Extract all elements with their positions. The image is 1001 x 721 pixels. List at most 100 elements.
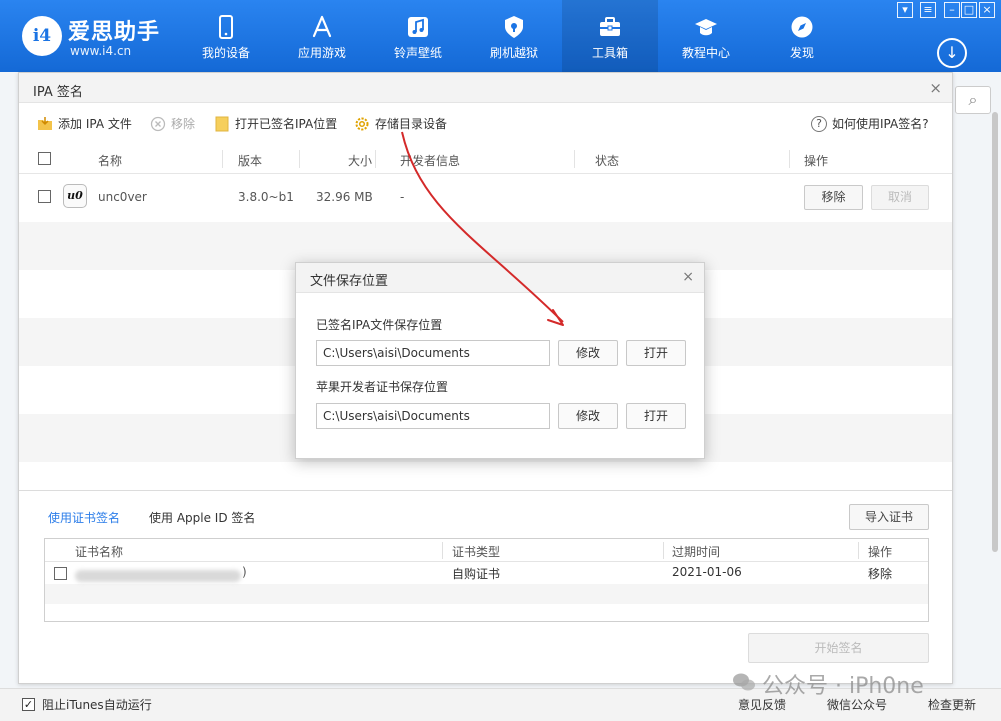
dialog-toolbar: 添加 IPA 文件 移除 打开已签名IPA位置 存储目录设备 ? 如何使用IPA… (19, 103, 952, 143)
download-icon[interactable]: ↓ (937, 38, 967, 68)
cert-path-field[interactable]: C:\Users\aisi\Documents (316, 403, 550, 429)
cert-type: 自购证书 (452, 567, 501, 581)
tab-cert-sign[interactable]: 使用证书签名 (48, 509, 120, 526)
subdialog-title: 文件保存位置 (310, 274, 389, 289)
signed-ipa-location-label: 已签名IPA文件保存位置 (316, 318, 443, 332)
compass-icon (791, 16, 813, 38)
start-sign-button[interactable]: 开始签名 (748, 633, 929, 663)
help-link[interactable]: ? 如何使用IPA签名? (811, 115, 929, 132)
nav-apps-games[interactable]: 应用游戏 (274, 0, 370, 72)
column-divider (858, 542, 859, 559)
table-row[interactable]: unc0ver 3.8.0~b1 32.96 MB - 移除 取消 (19, 174, 952, 222)
select-all-checkbox[interactable] (38, 152, 51, 165)
storage-dir-button[interactable]: 存储目录设备 (354, 115, 447, 132)
import-cert-button[interactable]: 导入证书 (849, 504, 929, 530)
section-divider (19, 490, 952, 491)
row-cancel-button[interactable]: 取消 (871, 185, 929, 210)
cert-table-header: 证书名称 证书类型 过期时间 操作 (45, 539, 928, 562)
add-ipa-button[interactable]: 添加 IPA 文件 (37, 115, 132, 132)
col-action: 操作 (804, 154, 829, 168)
check-update-link[interactable]: 检查更新 (928, 696, 976, 713)
col-size: 大小 (348, 154, 373, 168)
file-save-location-dialog: 文件保存位置 × 已签名IPA文件保存位置 C:\Users\aisi\Docu… (295, 262, 705, 459)
column-divider (222, 150, 223, 168)
nav-label: 发现 (789, 46, 814, 60)
remove-label: 移除 (171, 117, 196, 131)
background-scrollbar[interactable] (992, 112, 998, 552)
open-signed-path-button[interactable]: 打开 (626, 340, 686, 366)
main-nav: 我的设备 应用游戏 铃声壁纸 刷机越狱 工具箱 教程中心 发现 (178, 0, 850, 72)
column-divider (789, 150, 790, 168)
help-label: 如何使用IPA签名? (832, 117, 929, 131)
modify-signed-path-button[interactable]: 修改 (558, 340, 618, 366)
block-itunes-checkbox[interactable]: ✓ (22, 698, 35, 711)
app-version: 3.8.0~b1 (238, 190, 294, 204)
close-icon[interactable]: × (929, 79, 942, 97)
app-developer: - (400, 190, 405, 204)
col-version: 版本 (238, 154, 263, 168)
row-checkbox[interactable] (38, 190, 51, 203)
top-app-bar: i4 爱思助手 www.i4.cn 我的设备 应用游戏 铃声壁纸 刷机越狱 工具… (0, 0, 1001, 72)
file-table-header: 名称 版本 大小 开发者信息 状态 操作 (19, 144, 952, 174)
column-divider (299, 150, 300, 168)
cert-name-suffix: ) (242, 565, 247, 579)
block-itunes-label: 阻止iTunes自动运行 (42, 698, 152, 712)
dialog-titlebar: IPA 签名 × (19, 73, 952, 103)
remove-button[interactable]: 移除 (150, 115, 195, 132)
column-divider (375, 150, 376, 168)
col-status: 状态 (595, 154, 620, 168)
column-divider (663, 542, 664, 559)
minimize-icon[interactable]: – (944, 2, 960, 18)
cert-col-type: 证书类型 (452, 545, 501, 559)
appstore-icon (312, 15, 332, 38)
blurred-cert-name (75, 570, 241, 582)
menu-icon[interactable]: ≡ (920, 2, 936, 18)
app-size: 32.96 MB (316, 190, 373, 204)
cert-remove-link[interactable]: 移除 (868, 565, 892, 582)
nav-ringtones[interactable]: 铃声壁纸 (370, 0, 466, 72)
nav-label: 应用游戏 (297, 46, 346, 60)
col-developer: 开发者信息 (400, 154, 461, 168)
tab-apple-id-sign[interactable]: 使用 Apple ID 签名 (149, 509, 255, 526)
remove-icon (150, 116, 166, 131)
toolbox-icon (600, 17, 620, 36)
cert-row-checkbox[interactable] (54, 567, 67, 580)
nav-label: 刷机越狱 (489, 46, 538, 60)
close-icon[interactable]: × (682, 269, 694, 285)
column-divider (574, 150, 575, 168)
shield-icon (505, 16, 523, 38)
modify-cert-path-button[interactable]: 修改 (558, 403, 618, 429)
folder-add-icon (38, 116, 52, 130)
search-icon[interactable]: ⌕ (955, 86, 991, 114)
nav-label: 教程中心 (681, 46, 730, 60)
music-icon (408, 17, 428, 37)
cert-expires: 2021-01-06 (672, 565, 742, 579)
nav-my-device[interactable]: 我的设备 (178, 0, 274, 72)
open-signed-label: 打开已签名IPA位置 (235, 117, 338, 131)
close-window-icon[interactable]: × (979, 2, 995, 18)
signed-ipa-path-field[interactable]: C:\Users\aisi\Documents (316, 340, 550, 366)
cert-col-action: 操作 (868, 545, 893, 559)
open-cert-path-button[interactable]: 打开 (626, 403, 686, 429)
maximize-icon[interactable]: □ (961, 2, 977, 18)
skin-icon[interactable]: ▾ (897, 2, 913, 18)
add-ipa-label: 添加 IPA 文件 (58, 117, 132, 131)
storage-dir-label: 存储目录设备 (375, 117, 448, 131)
open-signed-location-button[interactable]: 打开已签名IPA位置 (214, 115, 337, 132)
row-remove-button[interactable]: 移除 (804, 185, 863, 210)
help-icon: ? (811, 115, 827, 132)
nav-toolbox[interactable]: 工具箱 (562, 0, 658, 72)
nav-discover[interactable]: 发现 (754, 0, 850, 72)
i4-logo: i4 (22, 16, 62, 56)
folder-icon (215, 116, 229, 131)
subdialog-titlebar: 文件保存位置 × (296, 263, 704, 293)
cert-col-expires: 过期时间 (672, 545, 721, 559)
graduation-cap-icon (695, 19, 717, 36)
nav-label: 铃声壁纸 (393, 46, 442, 60)
brand-name: 爱思助手 (68, 20, 161, 45)
nav-flash-jailbreak[interactable]: 刷机越狱 (466, 0, 562, 72)
wechat-icon (733, 673, 755, 691)
empty-row (45, 584, 928, 604)
watermark-text: 公众号 · iPh0ne (762, 674, 924, 699)
nav-tutorials[interactable]: 教程中心 (658, 0, 754, 72)
